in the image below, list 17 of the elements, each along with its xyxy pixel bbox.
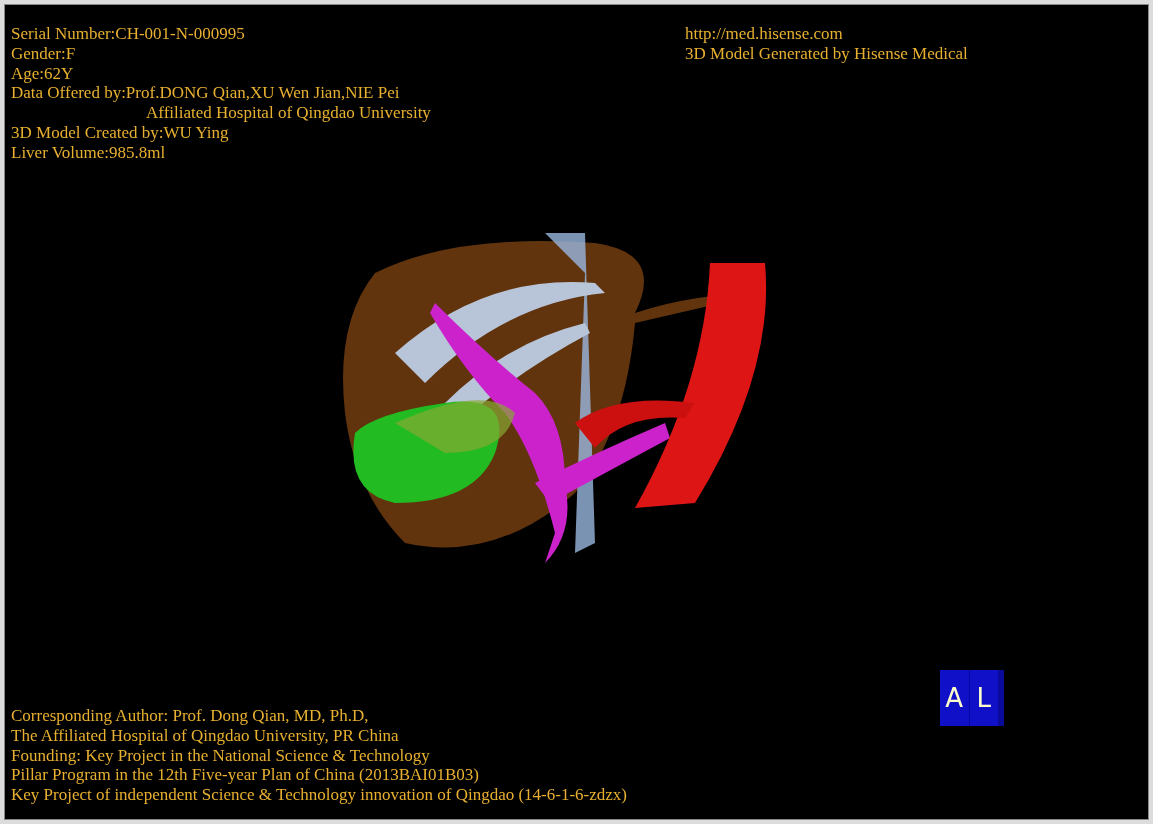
info-text: Data Offered by:Prof.DONG Qian,XU Wen Jian,NIE Pei [11, 83, 401, 104]
info-text: 3D Model Created by:WU Ying [11, 123, 230, 143]
info-text: Liver Volume:985.8ml [11, 142, 167, 163]
info-text: Affiliated Hospital of Qingdao University [145, 103, 432, 123]
info-text: The Affiliated Hospital of Qingdao University, PR China [11, 725, 400, 746]
info-text: Corresponding Author: Prof. Dong Qian, MD, Ph.D, [11, 706, 370, 726]
info-text: Serial Number:CH-001-N-000995 [11, 24, 246, 44]
info-text: http://med.hisense.com [685, 24, 844, 44]
info-text: Key Project of independent Science & Technology innovation of Qingdao (14-6-1-6-zdzx) [11, 785, 628, 805]
orientation-cube[interactable]: A L [940, 670, 1004, 726]
info-text: Age:62Y [11, 63, 75, 84]
info-text: Pillar Program in the 12th Five-year Plan of China (2013BAI01B03) [11, 765, 480, 786]
cube-face-label: L [975, 681, 992, 715]
cube-face-label: A [940, 670, 970, 726]
info-text: Gender:F [11, 43, 77, 64]
info-text: 3D Model Generated by Hisense Medical [685, 43, 968, 64]
info-text: Founding: Key Project in the National Science & Technology [11, 745, 431, 766]
